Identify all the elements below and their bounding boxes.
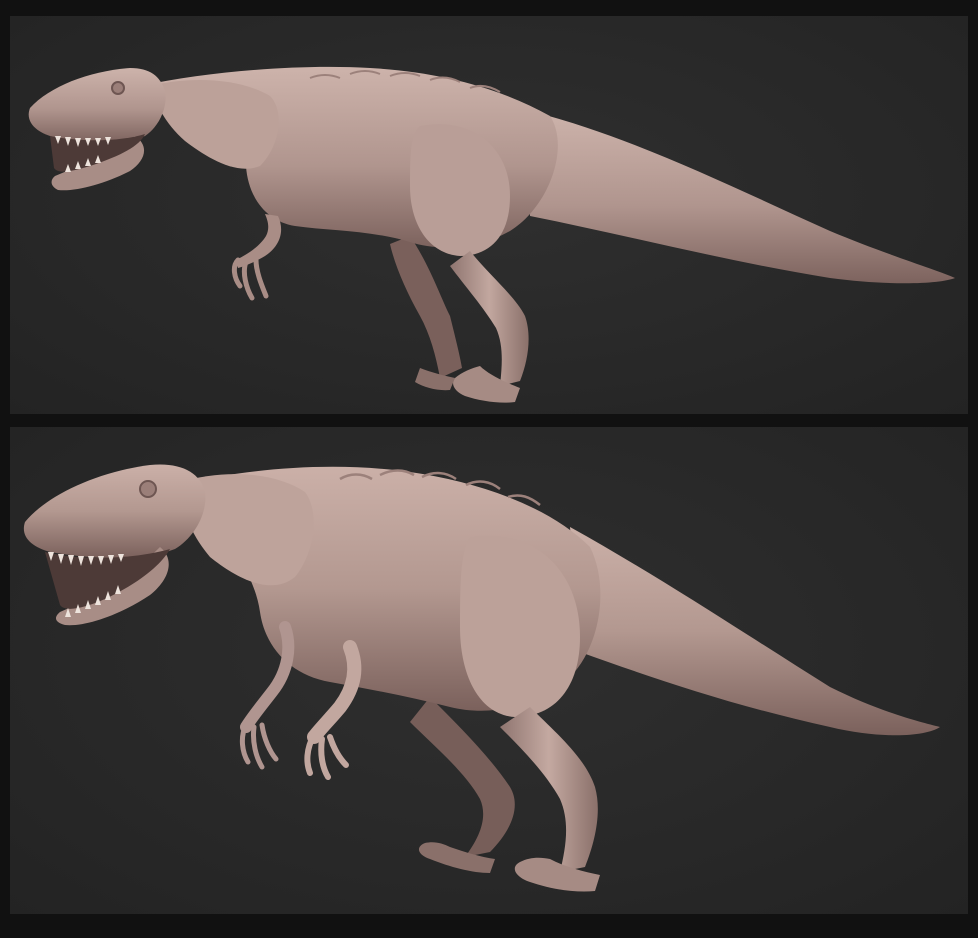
arm: [236, 214, 282, 268]
three-quarter-view-panel: [10, 427, 968, 914]
near-hind-leg: [500, 707, 598, 872]
eye: [111, 81, 125, 95]
image-frame: [0, 0, 978, 938]
tail: [530, 111, 955, 284]
head: [23, 464, 206, 558]
near-hand: [304, 732, 349, 780]
near-foot: [514, 857, 600, 892]
near-hind-leg: [450, 251, 529, 386]
far-hind-leg: [390, 236, 462, 378]
neck: [150, 80, 279, 169]
side-view-panel: [10, 16, 968, 414]
tail: [570, 527, 940, 736]
side-view-dinosaur: [28, 66, 955, 403]
three-quarter-dinosaur: [23, 464, 940, 892]
head: [28, 68, 166, 143]
far-hind-leg: [410, 697, 515, 857]
eye: [139, 480, 157, 498]
